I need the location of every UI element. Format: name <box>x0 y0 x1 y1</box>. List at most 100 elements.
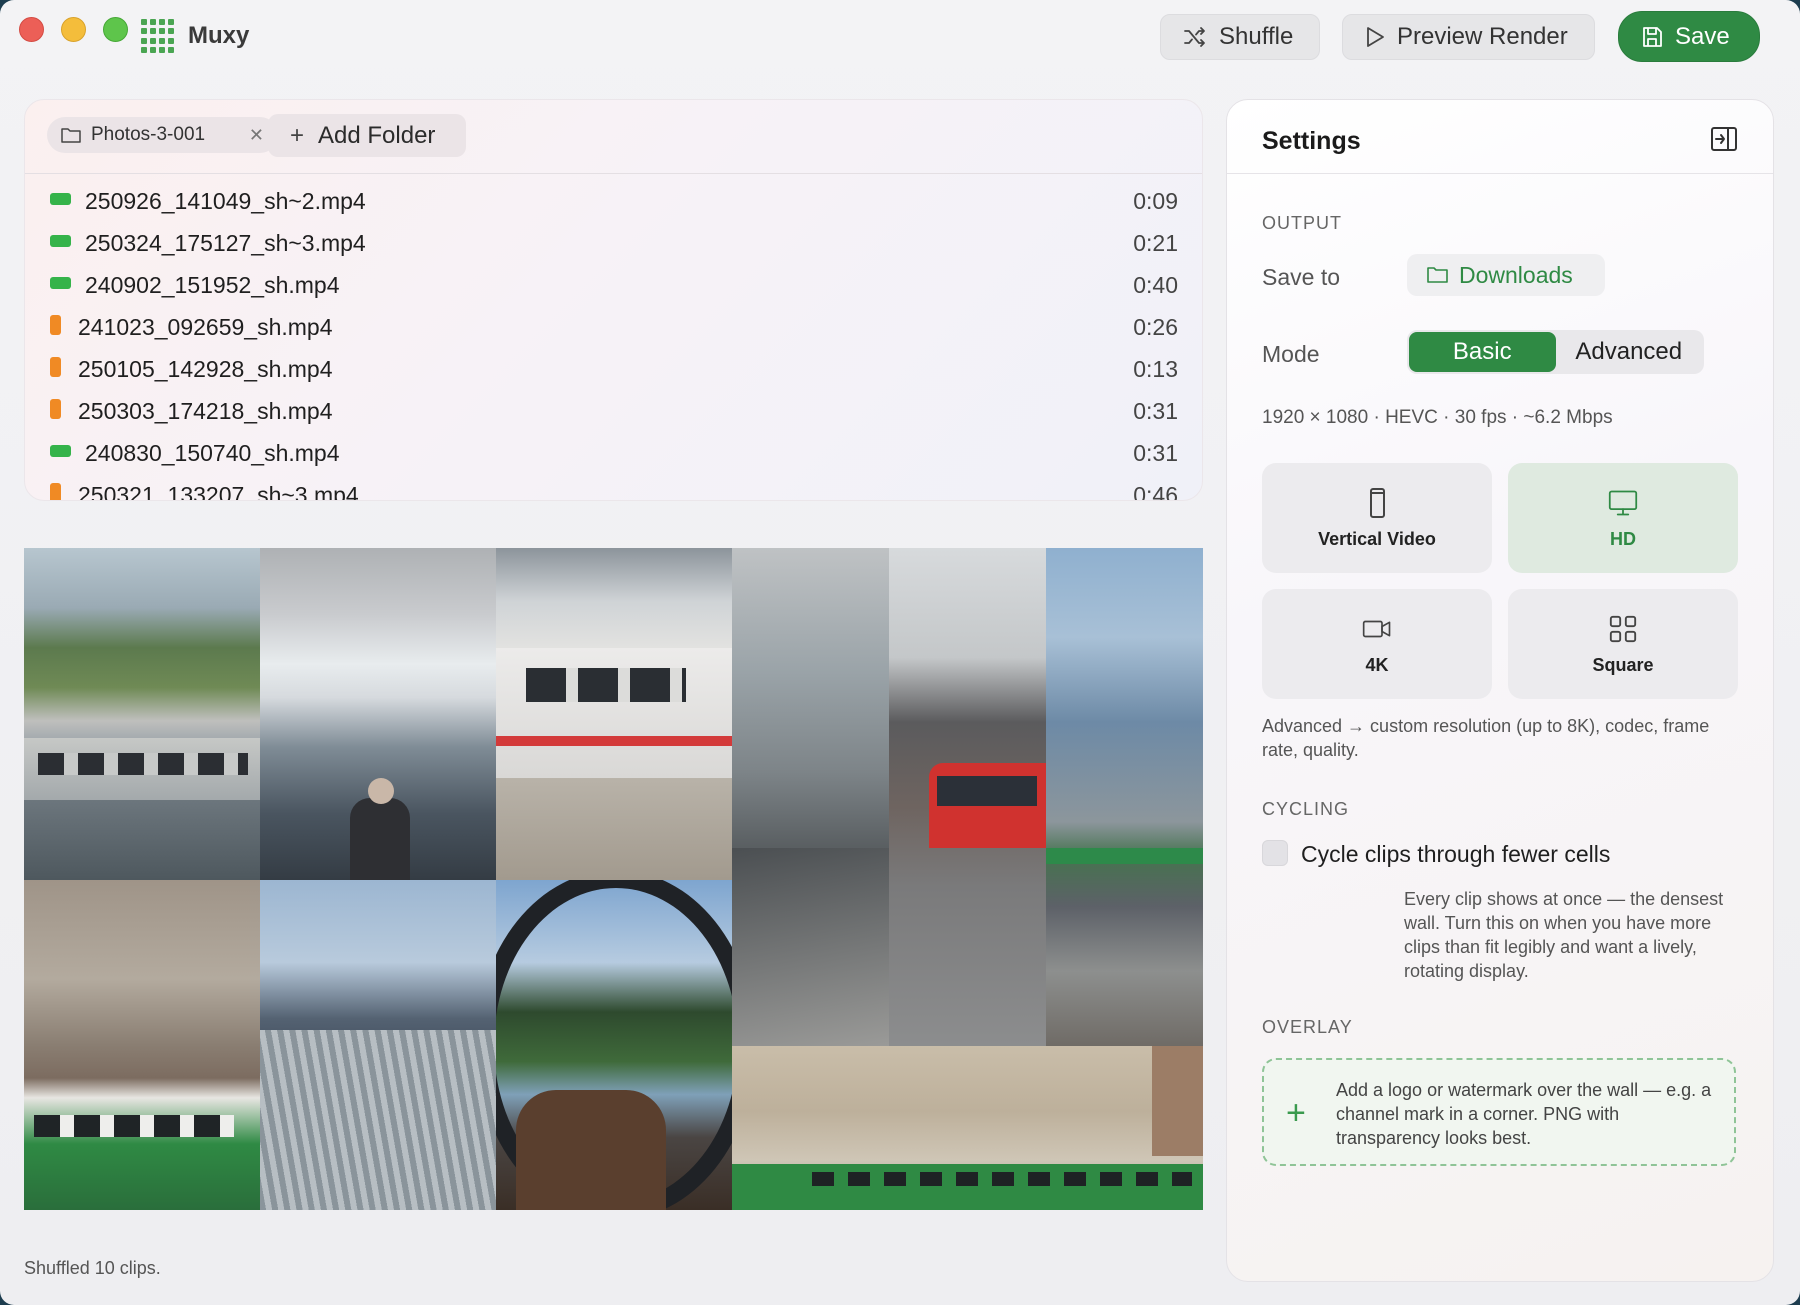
vertical-clip-icon <box>50 315 61 335</box>
clip-duration: 0:31 <box>1133 440 1178 466</box>
preview-render-button[interactable]: Preview Render <box>1342 14 1595 60</box>
save-destination-label: Downloads <box>1459 261 1573 288</box>
phone-icon <box>1370 487 1385 518</box>
preset-hd[interactable]: HD <box>1508 463 1738 573</box>
preset-vertical-video[interactable]: Vertical Video <box>1262 463 1492 573</box>
title-bar: Muxy Shuffle Preview Render Save <box>0 0 1800 80</box>
clip-duration: 0:26 <box>1133 314 1178 340</box>
settings-panel: Settings OUTPUT Save to Downloads Mode B… <box>1226 99 1774 1282</box>
collapse-sidebar-icon[interactable] <box>1711 127 1737 151</box>
mode-advanced-option[interactable]: Advanced <box>1556 332 1703 372</box>
folder-chip[interactable]: Photos-3-001 ✕ <box>47 117 278 153</box>
play-icon <box>1367 27 1384 47</box>
video-wall-preview <box>24 548 1203 1210</box>
clip-list[interactable]: 250926_141049_sh~2.mp4 0:09 250324_175127_… <box>25 174 1202 501</box>
remove-folder-icon[interactable]: ✕ <box>249 125 264 146</box>
status-text: Shuffled 10 clips. <box>24 1258 161 1278</box>
vertical-clip-icon <box>50 357 61 377</box>
clip-row[interactable]: 240830_150740_sh.mp4 0:31 <box>25 432 1202 474</box>
clip-filename: 250105_142928_sh.mp4 <box>78 356 333 382</box>
close-window-button[interactable] <box>19 17 44 42</box>
shuffle-button[interactable]: Shuffle <box>1160 14 1320 60</box>
clip-duration: 0:40 <box>1133 272 1178 298</box>
clip-list-toolbar: Photos-3-001 ✕ + Add Folder <box>25 100 1202 174</box>
app-grid-icon <box>141 19 175 53</box>
add-folder-label: Add Folder <box>318 121 436 149</box>
cycle-clips-label[interactable]: Cycle clips through fewer cells <box>1301 841 1610 868</box>
output-spec: 1920 × 1080 · HEVC · 30 fps · ~6.2 Mbps <box>1262 407 1613 428</box>
preset-label: Square <box>1592 654 1654 675</box>
video-camera-icon <box>1362 620 1391 637</box>
clip-filename: 250303_174218_sh.mp4 <box>78 398 333 424</box>
clip-row[interactable]: 250105_142928_sh.mp4 0:13 <box>25 348 1202 390</box>
clip-duration: 0:46 <box>1133 482 1178 501</box>
clip-filename: 250321_133207_sh~3.mp4 <box>78 482 359 501</box>
cycling-section-label: CYCLING <box>1262 799 1350 819</box>
clip-filename: 240902_151952_sh.mp4 <box>85 272 340 298</box>
plus-icon: + <box>290 121 305 149</box>
clip-thumbnail <box>260 548 496 880</box>
folder-icon <box>61 128 81 143</box>
mode-label: Mode <box>1262 341 1320 367</box>
cycle-clips-checkbox[interactable] <box>1262 840 1288 866</box>
monitor-icon <box>1608 490 1638 515</box>
clip-row[interactable]: 241023_092659_sh.mp4 0:26 <box>25 306 1202 348</box>
overlay-help: Add a logo or watermark over the wall — … <box>1336 1080 1712 1148</box>
cycle-clips-help: Every clip shows at once — the densest w… <box>1404 889 1724 981</box>
shuffle-icon <box>1184 27 1205 47</box>
clip-thumbnail <box>496 880 732 1210</box>
save-to-label: Save to <box>1262 264 1340 290</box>
preset-4k[interactable]: 4K <box>1262 589 1492 699</box>
clip-thumbnail <box>496 548 732 880</box>
clip-filename: 241023_092659_sh.mp4 <box>78 314 333 340</box>
vertical-clip-icon <box>50 483 61 500</box>
minimize-window-button[interactable] <box>61 17 86 42</box>
clip-thumbnail <box>889 548 1046 1046</box>
grid-icon <box>1609 615 1637 642</box>
horizontal-clip-icon <box>50 193 71 205</box>
clip-thumbnail <box>732 1046 1203 1210</box>
clip-duration: 0:13 <box>1133 356 1178 382</box>
add-folder-button[interactable]: + Add Folder <box>268 114 466 157</box>
clip-row[interactable]: 250324_175127_sh~3.mp4 0:21 <box>25 222 1202 264</box>
zoom-window-button[interactable] <box>103 17 128 42</box>
clip-duration: 0:31 <box>1133 398 1178 424</box>
horizontal-clip-icon <box>50 445 71 457</box>
clip-row[interactable]: 250321_133207_sh~3.mp4 0:46 <box>25 474 1202 501</box>
advanced-mode-note: Advanced → custom resolution (up to 8K),… <box>1262 716 1710 760</box>
app-title: Muxy <box>188 22 250 49</box>
mode-segmented-control: Basic Advanced <box>1407 330 1704 374</box>
preset-label: Vertical Video <box>1318 528 1436 549</box>
preview-render-label: Preview Render <box>1397 23 1568 50</box>
settings-title: Settings <box>1262 127 1361 155</box>
overlay-drop-zone[interactable]: + Add a logo or watermark over the wall … <box>1262 1058 1736 1166</box>
save-label: Save <box>1675 22 1730 50</box>
add-overlay-icon: + <box>1286 1094 1306 1132</box>
clip-filename: 250926_141049_sh~2.mp4 <box>85 188 366 214</box>
mode-basic-option[interactable]: Basic <box>1409 332 1556 372</box>
preset-label: HD <box>1610 528 1636 549</box>
overlay-section-label: OVERLAY <box>1262 1017 1353 1037</box>
shuffle-label: Shuffle <box>1219 23 1294 50</box>
horizontal-clip-icon <box>50 235 71 247</box>
preset-square[interactable]: Square <box>1508 589 1738 699</box>
clip-thumbnail <box>732 548 889 1046</box>
clip-thumbnail <box>24 880 260 1210</box>
preset-label: 4K <box>1365 654 1389 675</box>
clip-filename: 240830_150740_sh.mp4 <box>85 440 340 466</box>
clip-row[interactable]: 240902_151952_sh.mp4 0:40 <box>25 264 1202 306</box>
folder-chip-label: Photos-3-001 <box>91 124 206 145</box>
clip-thumbnail <box>24 548 260 880</box>
clip-list-panel: Photos-3-001 ✕ + Add Folder 250926_14104… <box>24 99 1203 501</box>
clip-thumbnail <box>1046 548 1203 1046</box>
floppy-disk-icon <box>1643 26 1662 47</box>
save-button[interactable]: Save <box>1618 11 1760 62</box>
vertical-clip-icon <box>50 399 61 419</box>
folder-badge-icon <box>1427 267 1448 283</box>
clip-row[interactable]: 250926_141049_sh~2.mp4 0:09 <box>25 180 1202 222</box>
save-destination-button[interactable]: Downloads <box>1407 254 1605 296</box>
clip-duration: 0:09 <box>1133 188 1178 214</box>
clip-duration: 0:21 <box>1133 230 1178 256</box>
clip-row[interactable]: 250303_174218_sh.mp4 0:31 <box>25 390 1202 432</box>
horizontal-clip-icon <box>50 277 71 289</box>
